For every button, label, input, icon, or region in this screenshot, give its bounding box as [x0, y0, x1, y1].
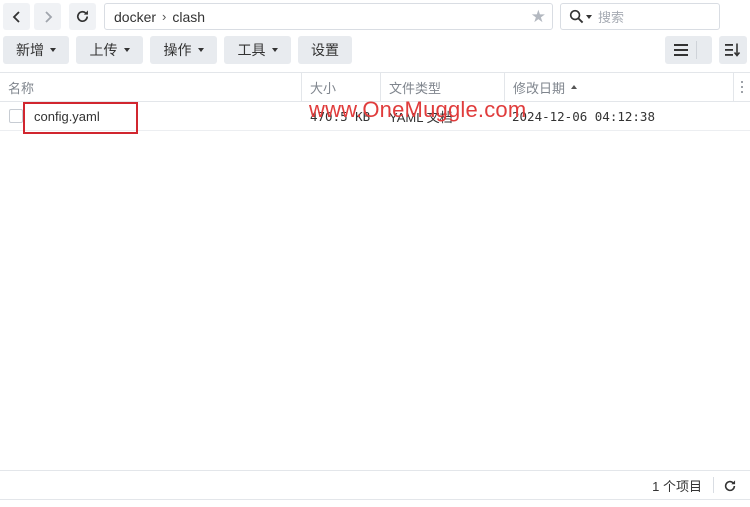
tools-button-label: 工具: [237, 42, 266, 58]
action-button-label: 操作: [163, 42, 192, 58]
action-button[interactable]: 操作: [150, 36, 217, 64]
file-modified: 2024-12-06 04:12:38: [512, 108, 655, 124]
refresh-icon: [724, 479, 735, 491]
path-segment-docker[interactable]: docker: [114, 9, 156, 25]
refresh-button[interactable]: [69, 3, 96, 30]
status-refresh-button[interactable]: [721, 477, 738, 494]
search-icon: [569, 9, 584, 24]
new-button[interactable]: 新增: [3, 36, 69, 64]
chevron-down-icon: [50, 48, 56, 52]
item-count: 1 个项目: [652, 478, 702, 494]
column-size-label: 大小: [310, 80, 337, 96]
sort-ascending-icon: [571, 85, 578, 89]
upload-button-label: 上传: [89, 42, 118, 58]
settings-button-label: 设置: [311, 42, 339, 58]
star-icon[interactable]: ★: [531, 7, 546, 26]
path-separator: ›: [162, 9, 167, 24]
view-mode-group[interactable]: [665, 36, 712, 64]
view-options-dropdown[interactable]: [697, 36, 712, 64]
status-bar: 1 个项目: [0, 470, 750, 500]
forward-button[interactable]: [34, 3, 61, 30]
status-divider: [713, 477, 714, 493]
settings-button[interactable]: 设置: [298, 36, 352, 64]
column-type-label: 文件类型: [389, 80, 442, 96]
row-checkbox[interactable]: [9, 109, 23, 123]
back-button[interactable]: [3, 3, 30, 30]
column-modified-label: 修改日期: [513, 80, 566, 96]
sort-button[interactable]: [719, 36, 747, 64]
column-options-icon[interactable]: [736, 79, 748, 95]
watermark-text: www.OneMuggle.com: [309, 97, 527, 122]
list-view-button[interactable]: [665, 36, 696, 64]
search-field[interactable]: 搜索: [560, 3, 720, 30]
search-input[interactable]: 搜索: [598, 7, 624, 26]
chevron-left-icon: [12, 10, 20, 23]
refresh-icon: [77, 10, 89, 22]
sort-icon: [725, 43, 741, 57]
tools-button[interactable]: 工具: [224, 36, 291, 64]
path-bar[interactable]: docker › clash ★: [104, 3, 553, 30]
chevron-down-icon: [197, 48, 204, 52]
list-view-icon: [673, 44, 688, 56]
path-segment-clash[interactable]: clash: [172, 9, 205, 25]
new-button-label: 新增: [16, 42, 44, 58]
column-header-modified[interactable]: 修改日期: [505, 73, 734, 101]
chevron-down-icon: [271, 48, 278, 52]
annotation-highlight-box: [23, 102, 138, 134]
column-name-label: 名称: [8, 80, 35, 96]
chevron-right-icon: [44, 10, 52, 23]
chevron-down-icon: [123, 48, 130, 52]
upload-button[interactable]: 上传: [76, 36, 143, 64]
column-header-name[interactable]: 名称: [0, 73, 302, 101]
search-options-caret-icon[interactable]: [586, 14, 592, 19]
